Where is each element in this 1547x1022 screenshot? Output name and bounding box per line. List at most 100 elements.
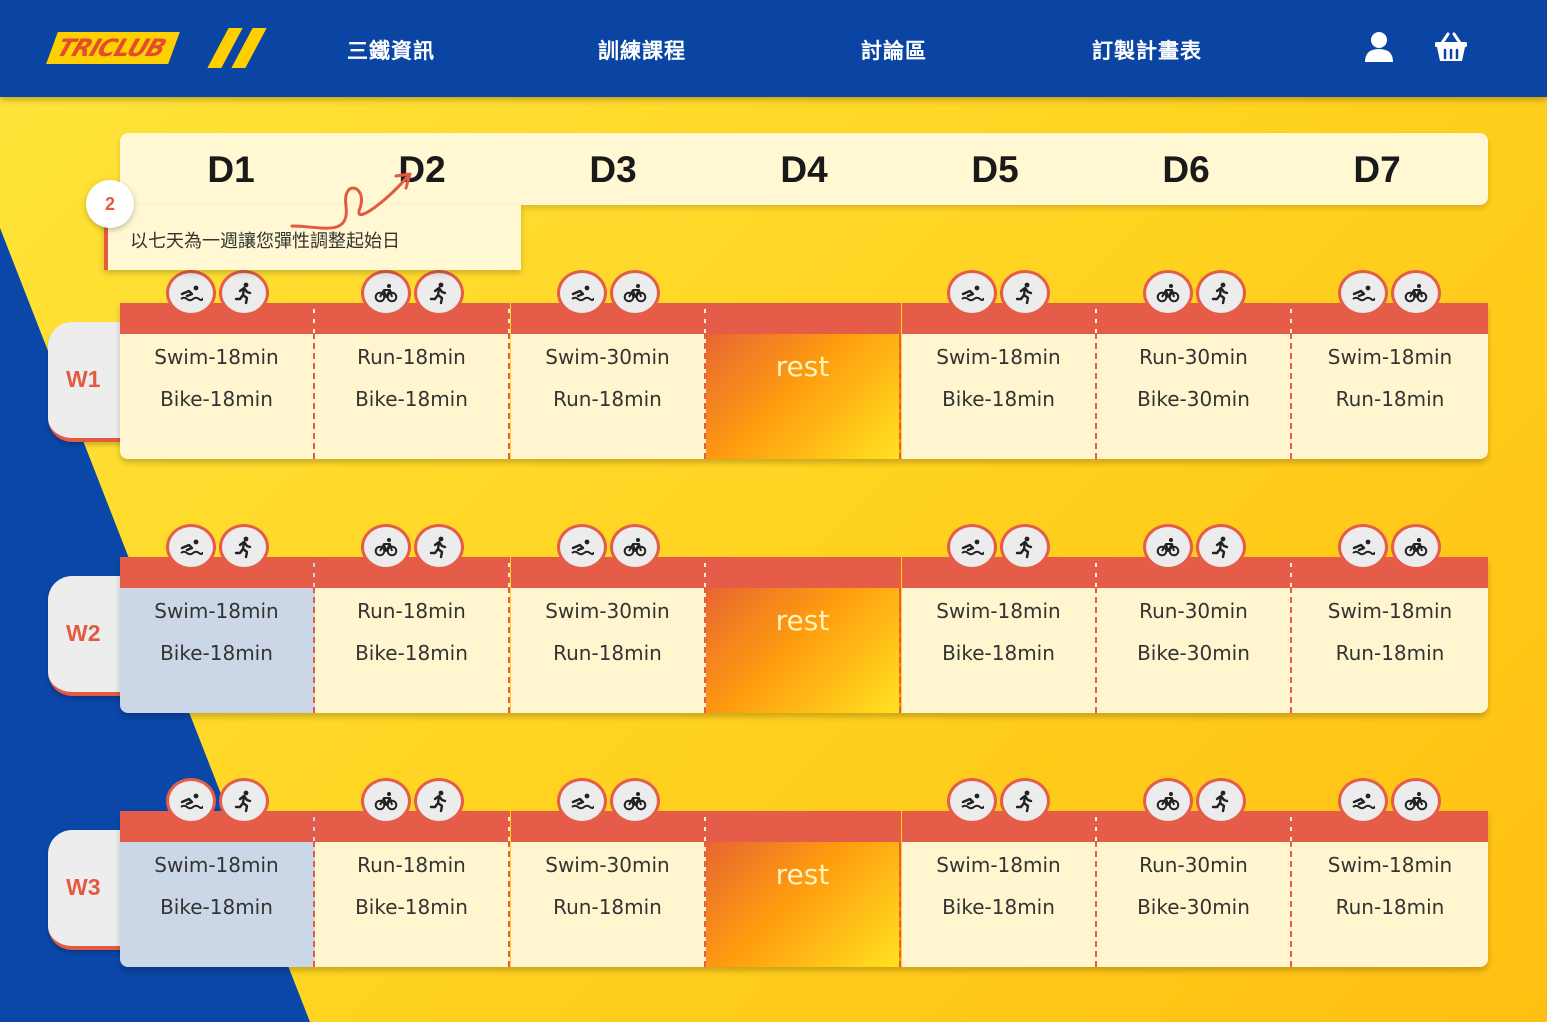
workout-line: Run-30min bbox=[1139, 853, 1248, 877]
training-day-cell[interactable]: Run-30min Bike-30min bbox=[1097, 303, 1292, 459]
training-day-cell[interactable]: Swim-18min Bike-18min bbox=[120, 303, 315, 459]
triclub-logo[interactable]: TRICLUB bbox=[46, 28, 267, 68]
swim-badge[interactable] bbox=[557, 270, 607, 316]
training-day-cell[interactable]: Swim-30min Run-18min bbox=[511, 811, 706, 967]
workout-line: Run-30min bbox=[1139, 599, 1248, 623]
user-icon[interactable] bbox=[1362, 30, 1396, 64]
workout-line: Bike-30min bbox=[1137, 641, 1250, 665]
training-day-cell[interactable]: Run-18min Bike-18min bbox=[315, 557, 510, 713]
swim-badge[interactable] bbox=[166, 778, 216, 824]
bike-badge[interactable] bbox=[1391, 524, 1441, 570]
swim-badge[interactable] bbox=[557, 524, 607, 570]
training-day-cell[interactable]: Swim-30min Run-18min bbox=[511, 303, 706, 459]
bike-badge[interactable] bbox=[361, 524, 411, 570]
swim-badge[interactable] bbox=[1338, 524, 1388, 570]
nav-forum[interactable]: 討論區 bbox=[861, 35, 927, 65]
swim-badge[interactable] bbox=[166, 270, 216, 316]
cell-header-band bbox=[706, 303, 899, 334]
cart-icon[interactable] bbox=[1434, 30, 1468, 64]
run-badge[interactable] bbox=[1196, 270, 1246, 316]
training-day-cell[interactable]: Run-18min Bike-18min bbox=[315, 303, 510, 459]
step-number-badge: 2 bbox=[86, 180, 134, 228]
swim-badge[interactable] bbox=[557, 778, 607, 824]
workout-line: Bike-18min bbox=[942, 387, 1055, 411]
cell-header-band bbox=[315, 303, 508, 334]
training-day-cell[interactable]: Swim-18min Bike-18min bbox=[902, 811, 1097, 967]
run-badge[interactable] bbox=[414, 270, 464, 316]
training-day-cell[interactable]: Run-18min Bike-18min bbox=[315, 811, 510, 967]
swim-badge[interactable] bbox=[947, 270, 997, 316]
training-day-cell[interactable]: Swim-18min Bike-18min bbox=[120, 557, 315, 713]
cell-header-band bbox=[1097, 303, 1290, 334]
training-day-cell[interactable]: Swim-18min Bike-18min bbox=[120, 811, 315, 967]
bike-badge[interactable] bbox=[610, 524, 660, 570]
training-day-cell[interactable]: Swim-18min Bike-18min bbox=[902, 557, 1097, 713]
training-day-cell[interactable]: Swim-18min Run-18min bbox=[1292, 557, 1488, 713]
run-badge[interactable] bbox=[1000, 778, 1050, 824]
workout-line: Run-18min bbox=[1335, 387, 1445, 411]
run-badge[interactable] bbox=[1196, 524, 1246, 570]
run-badge[interactable] bbox=[1196, 778, 1246, 824]
bike-badge[interactable] bbox=[1143, 270, 1193, 316]
workout-line: Run-30min bbox=[1139, 345, 1248, 369]
bike-icon bbox=[623, 284, 647, 303]
training-day-cell[interactable]: Swim-18min Run-18min bbox=[1292, 811, 1488, 967]
run-badge[interactable] bbox=[219, 270, 269, 316]
run-badge[interactable] bbox=[219, 524, 269, 570]
swim-badge[interactable] bbox=[947, 524, 997, 570]
week-label: W1 bbox=[66, 366, 101, 392]
cell-header-band bbox=[315, 811, 508, 842]
run-badge[interactable] bbox=[414, 778, 464, 824]
swim-badge[interactable] bbox=[1338, 778, 1388, 824]
logo-text: TRICLUB bbox=[46, 32, 180, 64]
training-day-cell[interactable]: Swim-30min Run-18min bbox=[511, 557, 706, 713]
swim-icon bbox=[1352, 285, 1375, 302]
training-day-cell[interactable]: Run-30min Bike-30min bbox=[1097, 811, 1292, 967]
training-day-cell[interactable]: Swim-18min Bike-18min bbox=[902, 303, 1097, 459]
week-grid: Swim-18min Bike-18min Run-18min Bike-18min S… bbox=[120, 303, 1488, 459]
week-grid: Swim-18min Bike-18min Run-18min Bike-18min S… bbox=[120, 811, 1488, 967]
run-icon bbox=[429, 282, 447, 305]
training-day-cell[interactable]: Run-30min Bike-30min bbox=[1097, 557, 1292, 713]
guide-arrow-icon bbox=[290, 172, 412, 230]
workout-line: Swim-30min bbox=[545, 853, 670, 877]
week-tab[interactable]: W3 bbox=[48, 830, 128, 950]
run-badge[interactable] bbox=[1000, 524, 1050, 570]
bike-badge[interactable] bbox=[610, 270, 660, 316]
workout-line: Run-18min bbox=[1335, 895, 1445, 919]
cell-header-band bbox=[511, 303, 704, 334]
nav-custom-plan[interactable]: 訂製計畫表 bbox=[1092, 35, 1202, 65]
workout-line: Bike-18min bbox=[942, 895, 1055, 919]
bike-icon bbox=[1156, 284, 1180, 303]
workout-line: Bike-18min bbox=[355, 387, 468, 411]
rest-day-cell[interactable]: rest bbox=[706, 303, 901, 459]
nav-training-courses[interactable]: 訓練課程 bbox=[598, 35, 686, 65]
bike-badge[interactable] bbox=[361, 778, 411, 824]
swim-badge[interactable] bbox=[166, 524, 216, 570]
swim-icon bbox=[571, 793, 594, 810]
swim-badge[interactable] bbox=[1338, 270, 1388, 316]
week-tab[interactable]: W2 bbox=[48, 576, 128, 696]
bike-icon bbox=[623, 792, 647, 811]
bike-badge[interactable] bbox=[1391, 778, 1441, 824]
rest-day-cell[interactable]: rest bbox=[706, 811, 901, 967]
swim-badge[interactable] bbox=[947, 778, 997, 824]
rest-label: rest bbox=[775, 350, 830, 383]
bike-badge[interactable] bbox=[361, 270, 411, 316]
nav-triathlon-info[interactable]: 三鐵資訊 bbox=[347, 35, 435, 65]
run-badge[interactable] bbox=[414, 524, 464, 570]
bike-badge[interactable] bbox=[1143, 524, 1193, 570]
cell-header-band bbox=[902, 303, 1095, 334]
run-badge[interactable] bbox=[219, 778, 269, 824]
rest-day-cell[interactable]: rest bbox=[706, 557, 901, 713]
week-label: W3 bbox=[66, 874, 101, 900]
training-day-cell[interactable]: Swim-18min Run-18min bbox=[1292, 303, 1488, 459]
week-tab[interactable]: W1 bbox=[48, 322, 128, 442]
run-icon bbox=[1015, 536, 1033, 559]
run-badge[interactable] bbox=[1000, 270, 1050, 316]
bike-badge[interactable] bbox=[1143, 778, 1193, 824]
bike-badge[interactable] bbox=[1391, 270, 1441, 316]
bike-badge[interactable] bbox=[610, 778, 660, 824]
week-label: W2 bbox=[66, 620, 101, 646]
cell-header-band bbox=[120, 303, 313, 334]
